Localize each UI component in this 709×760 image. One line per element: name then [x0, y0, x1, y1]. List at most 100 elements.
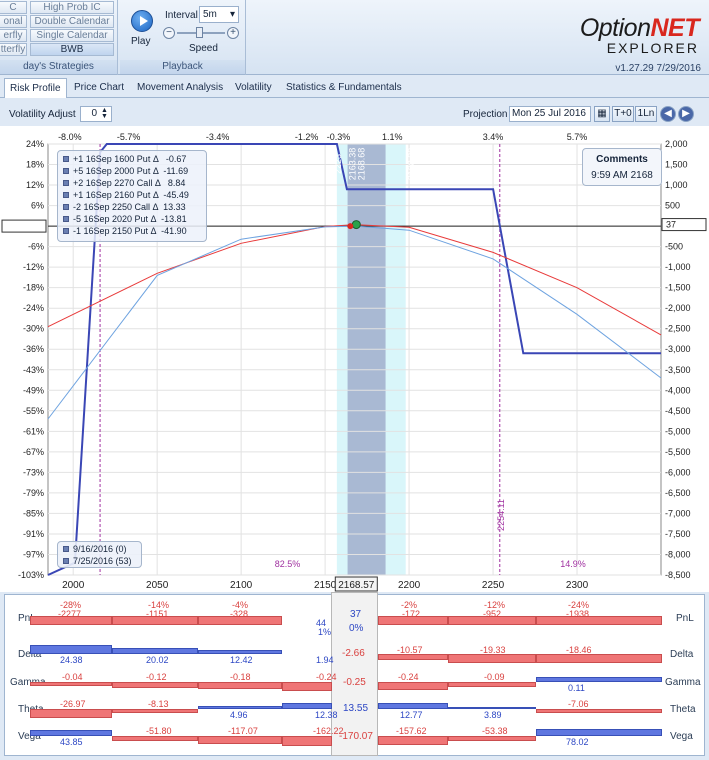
theta-bar [448, 707, 536, 709]
pnl-pct: 1% [318, 627, 332, 637]
play-icon[interactable] [131, 10, 153, 32]
y2-tick-label: -4,500 [665, 406, 691, 416]
speed-decrease-icon[interactable]: − [163, 27, 175, 39]
y-tick-label: -6% [28, 242, 44, 252]
comments-box[interactable]: Comments 9:59 AM 2168 [582, 148, 662, 186]
chart-toolbar: Volatility Adjust 0 ▲ ▼ Projection Mon 25… [0, 100, 709, 126]
tab-statistics[interactable]: Statistics & Fundamentals [286, 78, 402, 98]
y2-tick-label: -7,000 [665, 508, 691, 518]
delta-bar [536, 654, 662, 663]
y-tick-label: -55% [23, 406, 44, 416]
theta-current-value: 13.55 [343, 703, 369, 714]
y-tick-label: -73% [23, 467, 44, 477]
pnl-current-value: 37 [350, 609, 362, 620]
strategy-high-prob-ic-button[interactable]: High Prob IC [30, 1, 114, 14]
gamma-current-value: -0.25 [343, 677, 366, 688]
y-tick-label: -91% [23, 529, 44, 539]
gamma-bar [536, 677, 662, 682]
y-tick-label: 12% [26, 180, 44, 190]
vega-value: -51.80 [146, 726, 172, 736]
arrow-left-icon[interactable]: ◀ [660, 106, 676, 122]
vega-label-right: Vega [670, 731, 693, 742]
strategies-group: C High Prob IC onal Double Calendar erfl… [0, 0, 118, 75]
theta-value: 12.38 [315, 710, 338, 720]
strategy-tterfly-button[interactable]: tterfly [0, 43, 27, 56]
gamma-value: -0.24 [398, 672, 419, 682]
speed-increase-icon[interactable]: + [227, 27, 239, 39]
gamma-value: -0.24 [316, 672, 337, 682]
y2-tick-label: -3,500 [665, 365, 691, 375]
vega-value: 78.02 [566, 737, 589, 747]
x-tick-label: 2250 [482, 580, 505, 591]
vega-bar [198, 736, 282, 744]
x-tick-label: 2300 [566, 580, 589, 591]
tab-volatility[interactable]: Volatility [235, 78, 272, 98]
legend-item: +5 16Sep 2000 Put Δ -11.69 [63, 166, 188, 177]
projection-date-input[interactable]: Mon 25 Jul 2016 [509, 106, 591, 122]
theta-label-right: Theta [670, 704, 696, 715]
top-pct-label: -0.3% [327, 132, 351, 142]
delta-bar [30, 645, 112, 654]
x-tick-label: 2050 [146, 580, 169, 591]
y-tick-label: -36% [23, 344, 44, 354]
vega-bar [282, 736, 332, 746]
interval-select[interactable]: 5m ▾ [199, 6, 239, 23]
gamma-value: -0.18 [230, 672, 251, 682]
legend-item: +1 16Sep 1600 Put Δ -0.67 [63, 154, 186, 165]
vega-value: -53.38 [482, 726, 508, 736]
legend-item: -2 16Sep 2250 Call Δ 13.33 [63, 202, 186, 213]
delta-bar [448, 654, 536, 663]
current-position-marker [351, 220, 361, 230]
vega-value: -157.62 [396, 726, 427, 736]
gamma-bar [448, 682, 536, 687]
current-price-label: 2168.57 [338, 580, 375, 591]
legend-item: +1 16Sep 2160 Put Δ -45.49 [63, 190, 189, 201]
y-tick-label: -85% [23, 508, 44, 518]
spinner-icon[interactable]: ▲ ▼ [101, 107, 108, 120]
y-tick-label: -12% [23, 262, 44, 272]
y-tick-label: -103% [18, 570, 44, 580]
strategy-c-button[interactable]: C [0, 1, 27, 14]
strategy-butterfly-button[interactable]: erfly [0, 29, 27, 42]
t0-button[interactable]: T+0 [612, 106, 634, 122]
calendar-icon[interactable]: ▦ [594, 106, 610, 122]
y2-tick-label: -2,000 [665, 303, 691, 313]
speed-slider-thumb[interactable] [196, 27, 203, 38]
zero-pct-marker [1, 219, 47, 233]
gamma-bar [198, 682, 282, 689]
delta-value: 12.42 [230, 655, 253, 665]
y2-tick-label: 2,000 [665, 139, 688, 149]
theta-bar [30, 709, 112, 718]
vega-value: -117.07 [228, 726, 258, 736]
strategy-diagonal-button[interactable]: onal [0, 15, 27, 28]
theta-value: 3.89 [484, 710, 502, 720]
tab-risk-profile[interactable]: Risk Profile [4, 78, 67, 98]
oneln-button[interactable]: 1Ln [635, 106, 657, 122]
gamma-label-right: Gamma [665, 677, 701, 688]
y-tick-label: -18% [23, 283, 44, 293]
strategy-single-calendar-button[interactable]: Single Calendar [30, 29, 114, 42]
y-tick-label: 24% [26, 139, 44, 149]
y-tick-label: -43% [23, 365, 44, 375]
tab-price-chart[interactable]: Price Chart [74, 78, 124, 98]
date-legend-item: 7/25/2016 (53) [63, 556, 132, 567]
y-tick-label: 18% [26, 160, 44, 170]
comments-title: Comments [596, 154, 648, 165]
theta-bar [536, 709, 662, 713]
y-tick-label: -61% [23, 426, 44, 436]
logo-sub: EXPLORER [606, 40, 699, 56]
top-pct-label: 1.1% [382, 132, 403, 142]
vega-bar [448, 736, 536, 741]
version-label: v1.27.29 7/29/2016 [615, 63, 701, 74]
vertical-price-label: 2168.68 [356, 148, 366, 181]
pnl-current-pct: 0% [349, 623, 364, 634]
arrow-right-icon[interactable]: ▶ [678, 106, 694, 122]
tab-movement-analysis[interactable]: Movement Analysis [137, 78, 223, 98]
vertical-price-label: 2254.11 [496, 499, 506, 531]
pnl-bar [536, 616, 662, 625]
y2-tick-label: -7,500 [665, 529, 691, 539]
vol-adjust-label: Volatility Adjust [9, 109, 76, 120]
strategy-double-calendar-button[interactable]: Double Calendar [30, 15, 114, 28]
strategy-bwb-button[interactable]: BWB [30, 43, 114, 56]
probability-label: 14.9% [560, 559, 586, 569]
